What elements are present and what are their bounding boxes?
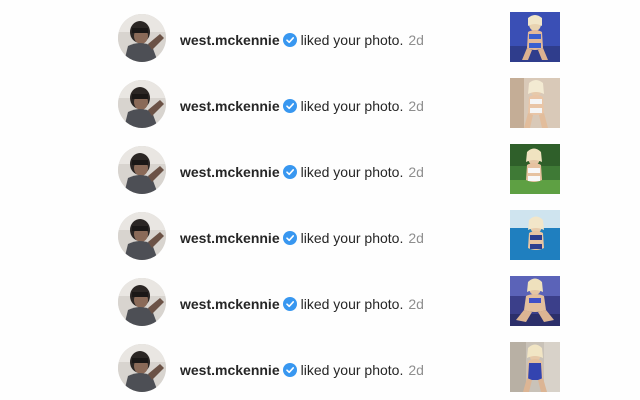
- notification-time: 2d: [408, 32, 424, 48]
- notification-action: liked your photo.: [300, 230, 404, 246]
- notification-text: west.mckennie liked your photo. 2d: [180, 360, 424, 380]
- notification-row[interactable]: west.mckennie liked your photo. 2d: [0, 276, 640, 332]
- post-thumbnail[interactable]: [510, 12, 560, 62]
- avatar[interactable]: [118, 146, 166, 194]
- username-link[interactable]: west.mckennie: [180, 296, 280, 312]
- notification-text: west.mckennie liked your photo. 2d: [180, 30, 424, 50]
- username-link[interactable]: west.mckennie: [180, 164, 280, 180]
- notification-time: 2d: [408, 296, 424, 312]
- notification-action: liked your photo.: [300, 362, 404, 378]
- notification-action: liked your photo.: [300, 32, 404, 48]
- notification-row[interactable]: west.mckennie liked your photo. 2d: [0, 12, 640, 68]
- avatar[interactable]: [118, 278, 166, 326]
- notification-text: west.mckennie liked your photo. 2d: [180, 228, 424, 248]
- notification-time: 2d: [408, 98, 424, 114]
- username-link[interactable]: west.mckennie: [180, 98, 280, 114]
- notification-action: liked your photo.: [300, 296, 404, 312]
- username-link[interactable]: west.mckennie: [180, 362, 280, 378]
- notification-time: 2d: [408, 362, 424, 378]
- verified-badge-icon: [282, 165, 297, 179]
- notification-row[interactable]: west.mckennie liked your photo. 2d: [0, 210, 640, 266]
- notification-row[interactable]: west.mckennie liked your photo. 2d: [0, 144, 640, 200]
- post-thumbnail[interactable]: [510, 144, 560, 194]
- notifications-feed: west.mckennie liked your photo. 2d west.…: [0, 0, 640, 400]
- avatar[interactable]: [118, 344, 166, 392]
- avatar[interactable]: [118, 80, 166, 128]
- notification-action: liked your photo.: [300, 98, 404, 114]
- username-link[interactable]: west.mckennie: [180, 32, 280, 48]
- notification-text: west.mckennie liked your photo. 2d: [180, 96, 424, 116]
- notification-text: west.mckennie liked your photo. 2d: [180, 294, 424, 314]
- post-thumbnail[interactable]: [510, 342, 560, 392]
- verified-badge-icon: [282, 99, 297, 113]
- post-thumbnail[interactable]: [510, 210, 560, 260]
- verified-badge-icon: [282, 231, 297, 245]
- avatar[interactable]: [118, 14, 166, 62]
- post-thumbnail[interactable]: [510, 276, 560, 326]
- notification-row[interactable]: west.mckennie liked your photo. 2d: [0, 78, 640, 134]
- avatar[interactable]: [118, 212, 166, 260]
- notification-time: 2d: [408, 230, 424, 246]
- username-link[interactable]: west.mckennie: [180, 230, 280, 246]
- notification-time: 2d: [408, 164, 424, 180]
- verified-badge-icon: [282, 33, 297, 47]
- verified-badge-icon: [282, 297, 297, 311]
- notification-action: liked your photo.: [300, 164, 404, 180]
- notification-text: west.mckennie liked your photo. 2d: [180, 162, 424, 182]
- notification-row[interactable]: west.mckennie liked your photo. 2d: [0, 342, 640, 398]
- verified-badge-icon: [282, 363, 297, 377]
- post-thumbnail[interactable]: [510, 78, 560, 128]
